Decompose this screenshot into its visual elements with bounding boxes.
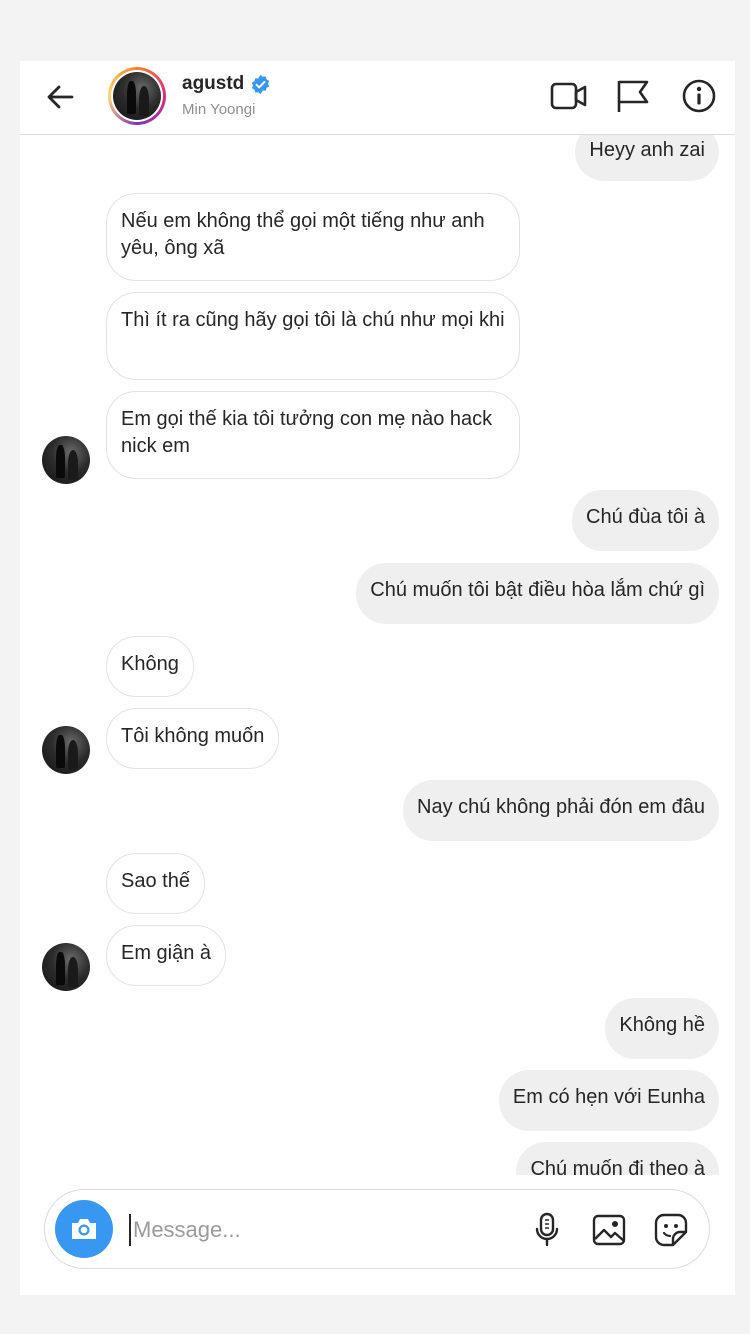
message-input[interactable] — [131, 1206, 435, 1254]
gallery-icon — [592, 1214, 626, 1246]
info-icon — [682, 79, 716, 113]
camera-button[interactable] — [55, 1200, 113, 1258]
incoming-message[interactable]: Tôi không muốn — [106, 708, 280, 769]
display-name: Min Yoongi — [182, 101, 256, 118]
sender-avatar[interactable] — [42, 726, 90, 774]
message-composer — [44, 1189, 710, 1269]
incoming-message[interactable]: Nếu em không thể gọi một tiếng như anh y… — [106, 193, 520, 281]
sender-avatar[interactable] — [42, 436, 90, 484]
avatar-image — [113, 72, 161, 120]
outgoing-message[interactable]: Em có hẹn với Eunha — [498, 1070, 719, 1131]
gallery-button[interactable] — [589, 1210, 629, 1250]
sticker-button[interactable] — [651, 1210, 691, 1250]
profile-avatar[interactable] — [108, 67, 166, 125]
back-button[interactable] — [42, 79, 78, 115]
outgoing-message[interactable]: Nay chú không phải đón em đâu — [403, 780, 719, 841]
flag-icon — [617, 80, 649, 112]
incoming-message[interactable]: Em gọi thế kia tôi tưởng con mẹ nào hack… — [106, 391, 520, 479]
chat-screen: agustd Min Yoongi Heyy anh zai Nếu em kh… — [20, 61, 735, 1295]
username: agustd — [182, 73, 245, 94]
chat-header: agustd Min Yoongi — [20, 61, 735, 135]
profile-name-block[interactable]: agustd Min Yoongi — [182, 73, 271, 118]
voice-message-button[interactable] — [527, 1210, 567, 1250]
sticker-icon — [654, 1213, 688, 1247]
outgoing-message[interactable]: Chú muốn tôi bật điều hòa lắm chứ gì — [356, 563, 719, 624]
incoming-message[interactable]: Em giận à — [106, 925, 227, 986]
incoming-message[interactable]: Không — [106, 636, 194, 697]
microphone-icon — [535, 1212, 559, 1247]
outgoing-message[interactable]: Không hề — [605, 998, 719, 1059]
verified-badge-icon — [250, 74, 271, 95]
outgoing-message[interactable]: Chú đùa tôi à — [572, 490, 719, 551]
camera-icon — [72, 1219, 96, 1239]
video-call-button[interactable] — [550, 77, 588, 115]
sender-avatar[interactable] — [42, 943, 90, 991]
incoming-message[interactable]: Thì ít ra cũng hãy gọi tôi là chú như mọ… — [106, 292, 520, 380]
report-button[interactable] — [614, 77, 652, 115]
incoming-message[interactable]: Sao thế — [106, 853, 205, 914]
video-call-icon — [550, 82, 587, 110]
back-arrow-icon — [47, 85, 74, 109]
info-button[interactable] — [680, 77, 718, 115]
